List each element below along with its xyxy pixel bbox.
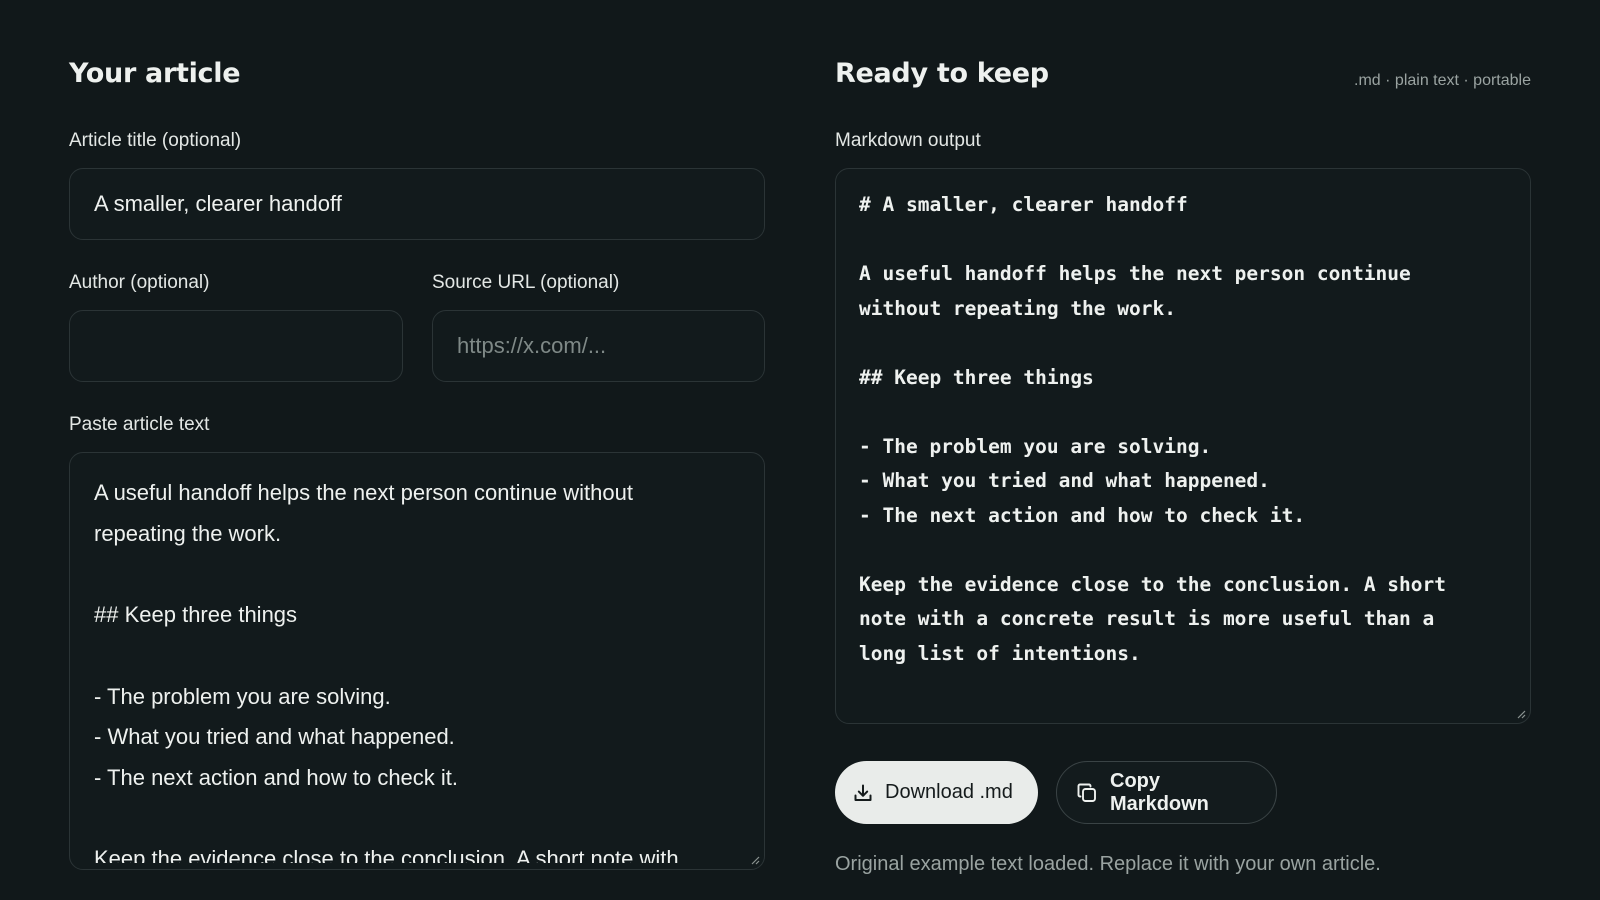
resize-grip-icon[interactable]	[750, 855, 760, 865]
download-md-button[interactable]: Download .md	[835, 761, 1038, 824]
input-panel-heading: Your article	[69, 58, 241, 89]
author-input[interactable]	[69, 310, 403, 382]
status-message: Original example text loaded. Replace it…	[835, 853, 1381, 875]
source-url-label: Source URL (optional)	[432, 272, 620, 293]
markdown-output-textarea[interactable]: # A smaller, clearer handoff A useful ha…	[835, 168, 1531, 724]
author-label: Author (optional)	[69, 272, 210, 293]
copy-button-label: Copy Markdown	[1110, 769, 1209, 815]
markdown-converter-page: Your article Article title (optional) A …	[0, 0, 1600, 900]
article-textarea[interactable]: A useful handoff helps the next person c…	[69, 452, 765, 870]
article-textarea-content: A useful handoff helps the next person c…	[94, 480, 679, 863]
markdown-output-label: Markdown output	[835, 130, 981, 151]
source-url-placeholder: https://x.com/...	[457, 333, 607, 358]
copy-icon	[1077, 783, 1096, 802]
source-url-input[interactable]: https://x.com/...	[432, 310, 765, 382]
output-panel-heading: Ready to keep	[835, 58, 1049, 89]
download-button-label: Download .md	[885, 781, 1013, 803]
markdown-output-content: # A smaller, clearer handoff A useful ha…	[859, 193, 1446, 665]
download-icon	[854, 784, 872, 801]
copy-markdown-button[interactable]: Copy Markdown	[1056, 761, 1277, 824]
format-note: .md · plain text · portable	[1354, 72, 1531, 89]
title-input[interactable]: A smaller, clearer handoff	[69, 168, 765, 240]
title-input-value: A smaller, clearer handoff	[94, 191, 342, 216]
resize-grip-icon[interactable]	[1516, 709, 1526, 719]
paste-text-label: Paste article text	[69, 414, 210, 435]
title-label: Article title (optional)	[69, 130, 242, 151]
